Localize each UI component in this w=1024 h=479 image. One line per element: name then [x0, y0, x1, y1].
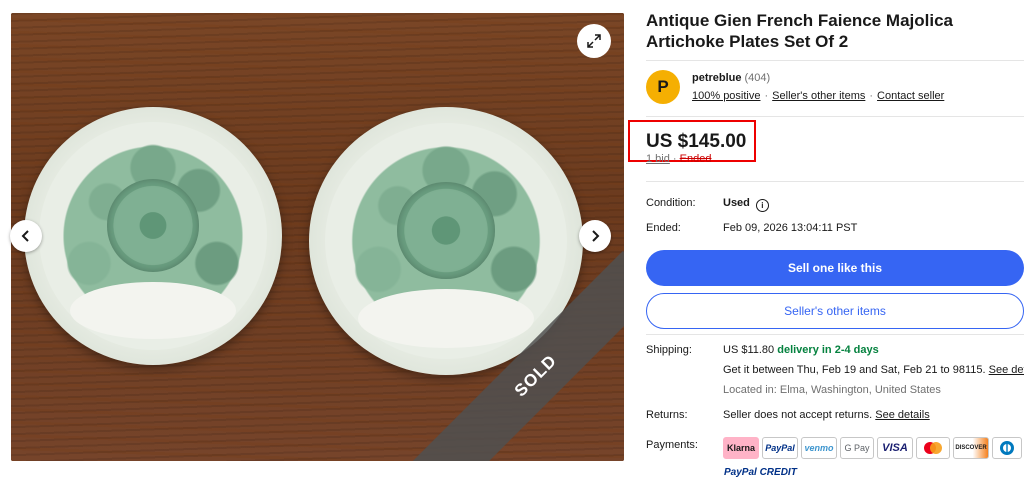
- shipping-label: Shipping:: [646, 344, 692, 356]
- paypal-credit-label: PayPal CREDIT: [724, 467, 797, 478]
- condition-value: Used i: [723, 197, 769, 212]
- paypal-credit-icon: PayPal CREDIT: [724, 467, 797, 478]
- diners-club-icon: [992, 437, 1022, 459]
- contact-seller-link[interactable]: Contact seller: [877, 90, 944, 102]
- returns-label: Returns:: [646, 409, 688, 421]
- payment-method-label: venmo: [804, 443, 834, 453]
- payment-method-label: PayPal: [765, 443, 795, 453]
- listing-title: Antique Gien French Faience Majolica Art…: [646, 11, 954, 51]
- seller-avatar[interactable]: P: [646, 70, 680, 104]
- shipping-cost-row: US $11.80 delivery in 2-4 days: [723, 344, 879, 356]
- price: US $145.00: [646, 131, 747, 152]
- shipping-cost: US $11.80: [723, 344, 775, 356]
- seller-feedback-count: (404): [744, 72, 771, 84]
- payment-method-label: G Pay: [844, 443, 870, 453]
- sell-one-label: Sell one like this: [787, 261, 883, 275]
- shipping-see-details-link[interactable]: See details: [989, 364, 1024, 376]
- ended-label: Ended:: [646, 222, 681, 234]
- divider: [646, 116, 1024, 117]
- payment-methods: Klarna PayPal venmo G Pay VISA DISCOVER: [723, 437, 1022, 459]
- payment-method-label: Klarna: [726, 443, 755, 453]
- delivery-estimate: delivery in 2-4 days: [777, 344, 879, 356]
- divider: [646, 181, 1024, 182]
- payment-method-label: VISA: [882, 442, 908, 454]
- listing-status: Ended: [679, 153, 712, 165]
- seller-initial: P: [657, 77, 669, 96]
- sell-one-like-this-button[interactable]: Sell one like this: [646, 250, 1024, 286]
- image-gallery[interactable]: SOLD: [11, 13, 624, 461]
- paypal-icon: PayPal: [762, 437, 798, 459]
- returns-policy: Seller does not accept returns.: [723, 409, 873, 421]
- divider: [646, 60, 1024, 61]
- next-image-button[interactable]: [579, 220, 611, 252]
- seller-name[interactable]: petreblue: [692, 72, 742, 84]
- visa-icon: VISA: [877, 437, 913, 459]
- sellers-other-items-label: Seller's other items: [784, 304, 886, 318]
- returns-see-details-link[interactable]: See details: [875, 409, 929, 421]
- payment-method-label: DISCOVER: [955, 445, 987, 451]
- item-location: Located in: Elma, Washington, United Sta…: [723, 384, 941, 396]
- klarna-icon: Klarna: [723, 437, 759, 459]
- seller-links: 100% positive · Seller's other items · Conta…: [692, 90, 944, 102]
- plate-image-left: [24, 107, 282, 365]
- diners-club-logo: [1000, 441, 1014, 455]
- seller-info: petreblue (404): [692, 72, 770, 84]
- separator-dot: ·: [672, 153, 680, 165]
- mastercard-circles: [924, 442, 942, 454]
- ended-value: Feb 09, 2026 13:04:11 PST: [723, 222, 858, 234]
- sold-label: SOLD: [510, 350, 561, 401]
- condition-label: Condition:: [646, 197, 696, 209]
- expand-image-button[interactable]: [577, 24, 611, 58]
- payments-label: Payments:: [646, 439, 698, 451]
- separator-dot: ·: [764, 90, 769, 102]
- expand-icon: [587, 34, 601, 48]
- venmo-icon: venmo: [801, 437, 837, 459]
- condition-text: Used: [723, 197, 750, 209]
- mastercard-icon: [916, 437, 950, 459]
- bid-status: 1 bid · Ended: [646, 153, 711, 165]
- discover-icon: DISCOVER: [953, 437, 989, 459]
- previous-image-button[interactable]: [10, 220, 42, 252]
- returns-row: Seller does not accept returns. See deta…: [723, 409, 930, 421]
- separator-dot: ·: [869, 90, 874, 102]
- delivery-window-row: Get it between Thu, Feb 19 and Sat, Feb …: [723, 364, 1024, 376]
- seller-other-items-link[interactable]: Seller's other items: [772, 90, 865, 102]
- delivery-window: Get it between Thu, Feb 19 and Sat, Feb …: [723, 364, 986, 376]
- sellers-other-items-button[interactable]: Seller's other items: [646, 293, 1024, 329]
- bid-count-link[interactable]: 1 bid: [646, 153, 670, 165]
- google-pay-icon: G Pay: [840, 437, 874, 459]
- chevron-left-icon: [21, 230, 29, 242]
- divider: [646, 334, 1024, 335]
- chevron-right-icon: [592, 230, 600, 242]
- seller-positive-link[interactable]: 100% positive: [692, 90, 761, 102]
- info-icon[interactable]: i: [755, 199, 769, 212]
